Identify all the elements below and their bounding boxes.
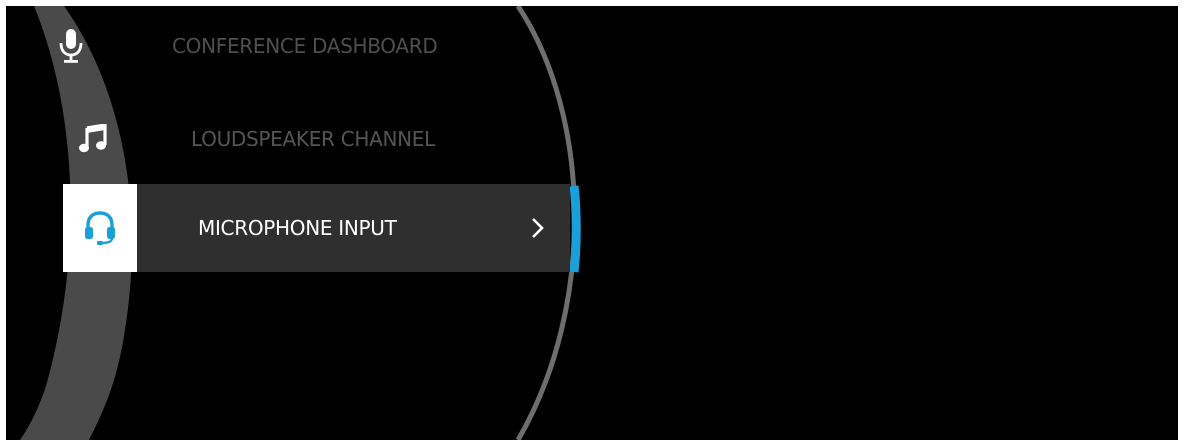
menu-item-label: CONFERENCE DASHBOARD [172, 34, 438, 58]
menu-item-conference-dashboard[interactable]: CONFERENCE DASHBOARD [6, 6, 1178, 90]
menu-item-label: MICROPHONE INPUT [198, 216, 397, 240]
microphone-icon [31, 6, 111, 90]
menu-item-loudspeaker-channel[interactable]: LOUDSPEAKER CHANNEL [6, 95, 1178, 183]
headset-icon [63, 184, 137, 272]
menu-item-label: LOUDSPEAKER CHANNEL [191, 127, 435, 151]
menu-item-microphone-input[interactable]: MICROPHONE INPUT [6, 184, 1178, 272]
menu-screen: CONFERENCE DASHBOARD LOUDSPEAKER CHANNEL [6, 6, 1178, 440]
chevron-right-icon[interactable] [528, 212, 548, 244]
music-note-icon [53, 95, 133, 183]
